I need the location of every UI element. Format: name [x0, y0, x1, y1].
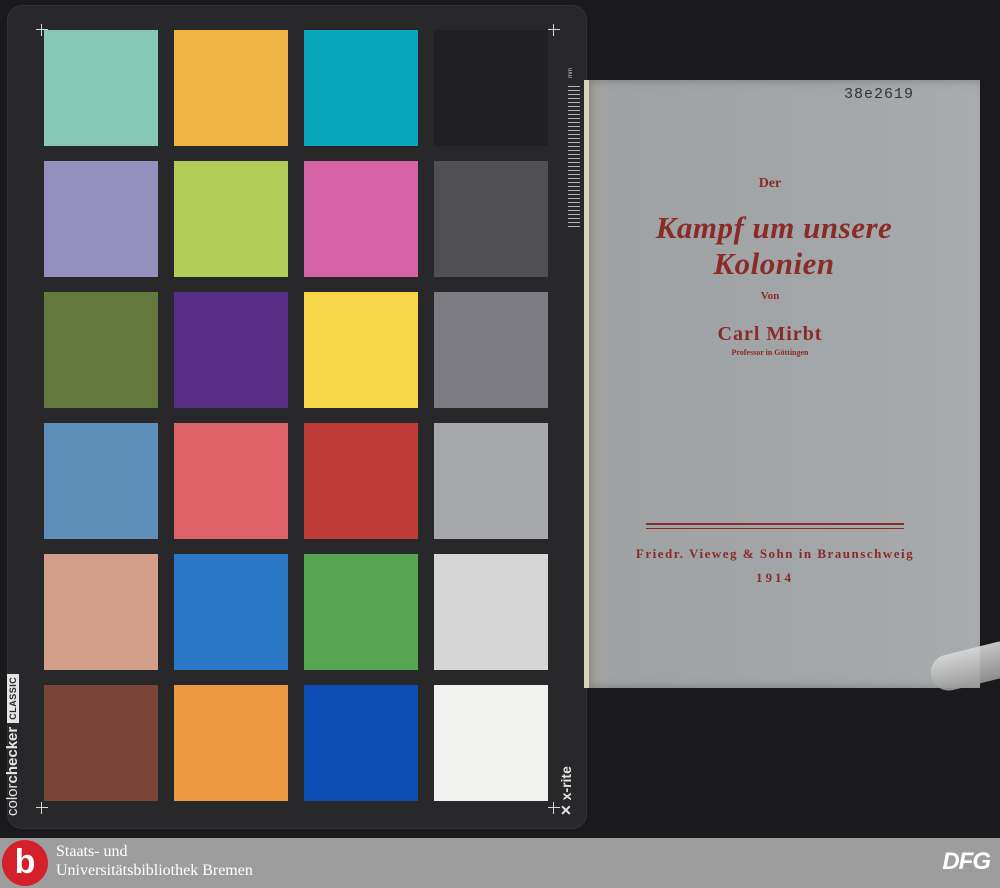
brand-text-light: color — [4, 783, 21, 816]
title-article: Der — [758, 176, 782, 191]
library-logo-icon[interactable]: b — [2, 840, 48, 886]
footer-bar: b Staats- und Universitätsbibliothek Bre… — [0, 838, 1000, 888]
color-patch — [434, 161, 548, 277]
color-patch — [434, 30, 548, 146]
ruler-unit: mm — [568, 68, 574, 78]
xrite-logo: ✕ x-rite — [558, 766, 574, 816]
crosshair-icon — [36, 802, 48, 814]
publisher: Friedr. Vieweg & Sohn in Braunschweig — [635, 546, 915, 561]
color-patch — [44, 554, 158, 670]
color-patch — [44, 423, 158, 539]
color-patch — [174, 161, 288, 277]
color-patch — [434, 292, 548, 408]
library-name-line1: Staats- und — [56, 843, 128, 860]
brand-text-bold: checker — [4, 726, 21, 784]
color-patch — [174, 423, 288, 539]
crosshair-icon — [36, 24, 48, 36]
color-patch — [44, 161, 158, 277]
shelfmark: 38e2619 — [844, 86, 915, 103]
brand-tag: CLASSIC — [7, 673, 20, 723]
color-patch — [304, 30, 418, 146]
color-patch — [304, 292, 418, 408]
author-name: Carl Mirbt — [717, 323, 823, 345]
color-patch — [174, 685, 288, 801]
color-checker-card: mm colorchecker CLASSIC ✕ x-rite — [4, 6, 586, 828]
color-patch — [434, 554, 548, 670]
color-patch — [434, 423, 548, 539]
by-line: Von — [760, 290, 780, 302]
color-patch — [304, 161, 418, 277]
scan-image: mm colorcheckerCLASSIC ✕ x-rite 38e2619 … — [0, 0, 1000, 838]
divider-rule — [646, 523, 904, 525]
book-title-page — [584, 80, 980, 688]
color-patch — [304, 685, 418, 801]
color-patch — [174, 292, 288, 408]
colorchecker-logo: colorchecker CLASSIC — [4, 673, 21, 816]
book-title: Kampf um unsere Kolonien — [655, 210, 893, 281]
crosshair-icon — [548, 24, 560, 36]
dfg-logo[interactable]: DFG — [942, 848, 991, 876]
page-edge — [584, 80, 589, 688]
author-role: Professor in Göttingen — [731, 348, 809, 357]
color-patch — [304, 423, 418, 539]
publication-year: 1914 — [756, 570, 794, 585]
color-patch — [174, 30, 288, 146]
color-patch — [174, 554, 288, 670]
divider-rule — [646, 528, 904, 529]
color-patch — [44, 30, 158, 146]
color-patch — [304, 554, 418, 670]
xrite-text: x-rite — [558, 766, 574, 801]
color-patch — [434, 685, 548, 801]
library-name-line2: Universitätsbibliothek Bremen — [56, 862, 253, 879]
ruler-scale — [568, 86, 580, 228]
color-patch — [44, 685, 158, 801]
library-name[interactable]: Staats- und Universitätsbibliothek Breme… — [56, 842, 253, 880]
color-patch — [44, 292, 158, 408]
